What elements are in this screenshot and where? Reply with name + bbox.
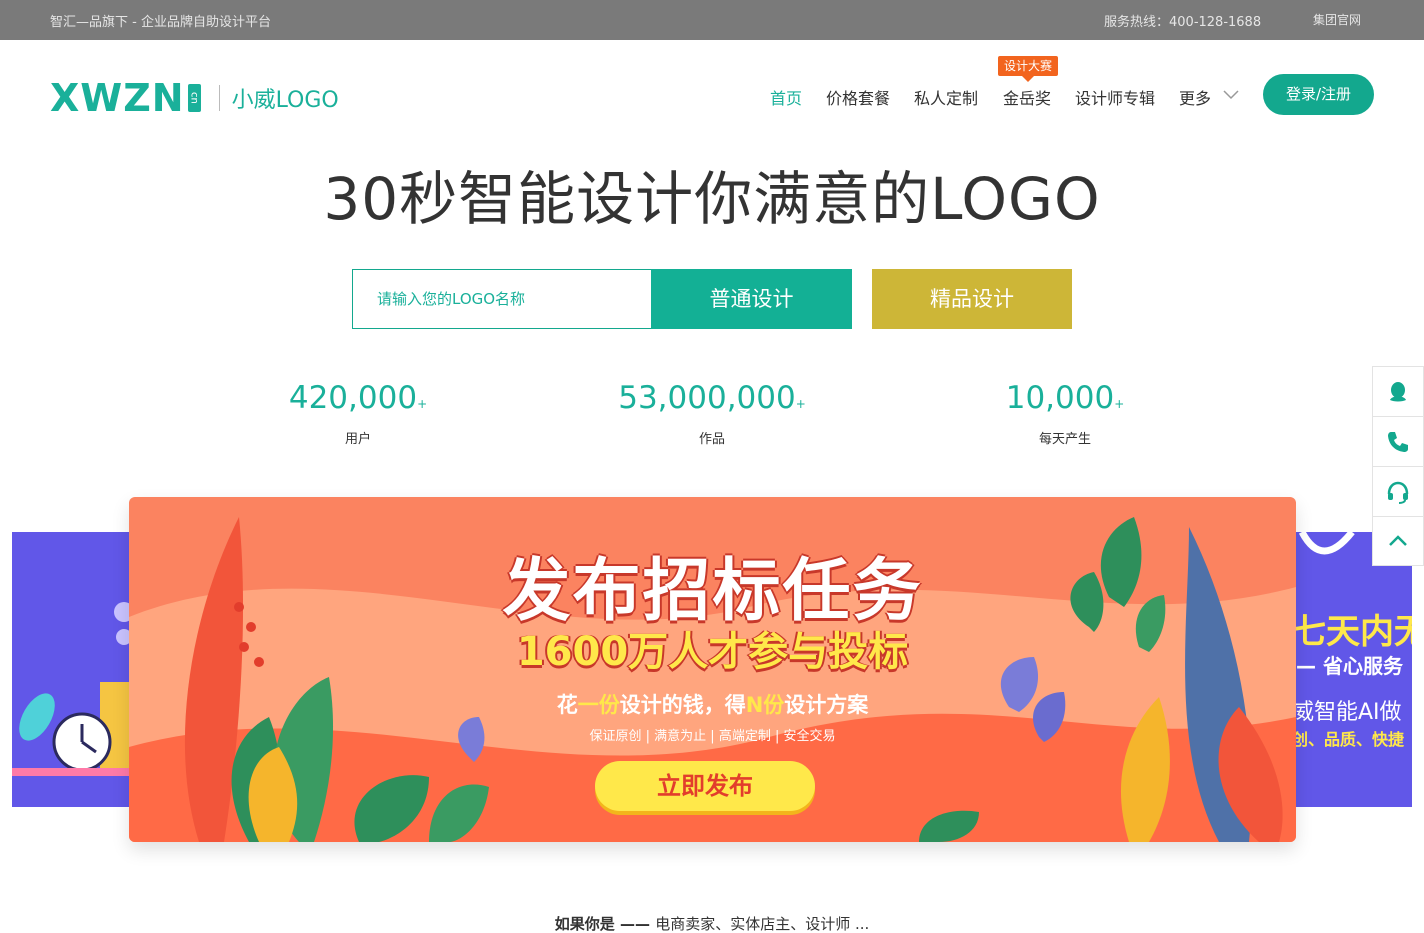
banner-features: 保证原创 | 满意为止 | 高端定制 | 安全交易 xyxy=(589,729,836,744)
stat-users: 420,000+ 用户 xyxy=(208,380,508,447)
normal-design-button[interactable]: 普通设计 xyxy=(651,269,852,329)
stat-value: 10,000 xyxy=(1005,380,1115,416)
tagline-part: 设计的钱，得 xyxy=(619,693,746,717)
logo-subtitle: 小威LOGO xyxy=(231,88,339,113)
banner-tagline: 花一份设计的钱，得N份设计方案 xyxy=(129,689,1296,719)
tagline-part: 设计方案 xyxy=(784,693,869,717)
promo-banner[interactable]: 发布招标任务 1600万人才参与投标 花一份设计的钱，得N份设计方案 保证原创 … xyxy=(129,497,1296,842)
back-to-top-icon[interactable] xyxy=(1372,516,1424,566)
tagline-highlight: 一份 xyxy=(577,693,620,717)
stat-plus: + xyxy=(1114,397,1125,411)
site-logo[interactable]: XWZN cn 小威LOGO xyxy=(50,78,339,118)
phone-icon[interactable] xyxy=(1372,416,1424,466)
stat-value: 53,000,000 xyxy=(618,380,796,416)
tagline-highlight: N份 xyxy=(745,693,785,717)
stat-plus: + xyxy=(795,397,806,411)
audience-lead: 如果你是 —— xyxy=(554,915,656,933)
stat-label: 作品 xyxy=(698,432,725,447)
stat-daily: 10,000+ 每天产生 xyxy=(915,380,1215,447)
headset-icon[interactable] xyxy=(1372,466,1424,516)
hero-title: 30秒智能设计你满意的LOGO xyxy=(323,165,1101,233)
audience-note: 如果你是 —— 电商卖家、实体店主、设计师 ... xyxy=(0,913,1424,933)
top-bar: 智汇—品旗下 - 企业品牌自助设计平台 服务热线：400-128-1688 集团… xyxy=(0,0,1424,40)
nav-more[interactable]: 更多 xyxy=(1179,85,1211,109)
next-slide-line1: 七天内无 xyxy=(1292,612,1412,652)
next-slide-line2: — 省心服务 xyxy=(1296,654,1403,678)
platform-slogan: 智汇—品旗下 - 企业品牌自助设计平台 xyxy=(50,15,271,30)
logo-mark: XWZN xyxy=(50,76,185,120)
logo-name-input[interactable] xyxy=(352,269,652,329)
nav-award[interactable]: 金岳奖 xyxy=(1003,85,1051,109)
qq-icon[interactable] xyxy=(1372,366,1424,416)
nav-custom[interactable]: 私人定制 xyxy=(914,85,978,109)
tagline-part: 花 xyxy=(556,693,578,717)
logo-divider xyxy=(218,85,220,111)
prev-slide-illustration xyxy=(12,602,142,776)
stat-value: 420,000 xyxy=(288,380,418,416)
nav-pricing[interactable]: 价格套餐 xyxy=(826,85,890,109)
service-hotline: 服务热线：400-128-1688 xyxy=(1104,15,1262,30)
group-site-link[interactable]: 集团官网 xyxy=(1313,11,1361,28)
nav-designer-albums[interactable]: 设计师专辑 xyxy=(1075,85,1155,109)
carousel-next-slide[interactable]: 七天内无 — 省心服务 威智能AI做 创、品质、快捷 xyxy=(1282,532,1412,807)
next-slide-line4: 创、品质、快捷 xyxy=(1292,730,1405,749)
stat-label: 用户 xyxy=(344,432,371,447)
stat-plus: + xyxy=(417,397,428,411)
next-slide-line3: 威智能AI做 xyxy=(1292,700,1402,725)
audience-list: 电商卖家、实体店主、设计师 ... xyxy=(655,915,870,933)
carousel-prev-slide[interactable] xyxy=(12,532,142,807)
stat-works: 53,000,000+ 作品 xyxy=(562,380,862,447)
publish-now-button[interactable]: 立即发布 xyxy=(595,761,815,811)
floating-toolbar xyxy=(1372,366,1424,566)
banner-subtitle: 1600万人才参与投标 xyxy=(516,629,909,675)
nav-home[interactable]: 首页 xyxy=(770,85,802,109)
logo-cn-tag: cn xyxy=(187,84,201,112)
contest-badge[interactable]: 设计大赛 xyxy=(998,56,1058,82)
chevron-down-icon[interactable] xyxy=(1222,89,1240,101)
stat-label: 每天产生 xyxy=(1038,432,1091,447)
login-register-button[interactable]: 登录/注册 xyxy=(1263,74,1374,115)
premium-design-button[interactable]: 精品设计 xyxy=(872,269,1072,329)
